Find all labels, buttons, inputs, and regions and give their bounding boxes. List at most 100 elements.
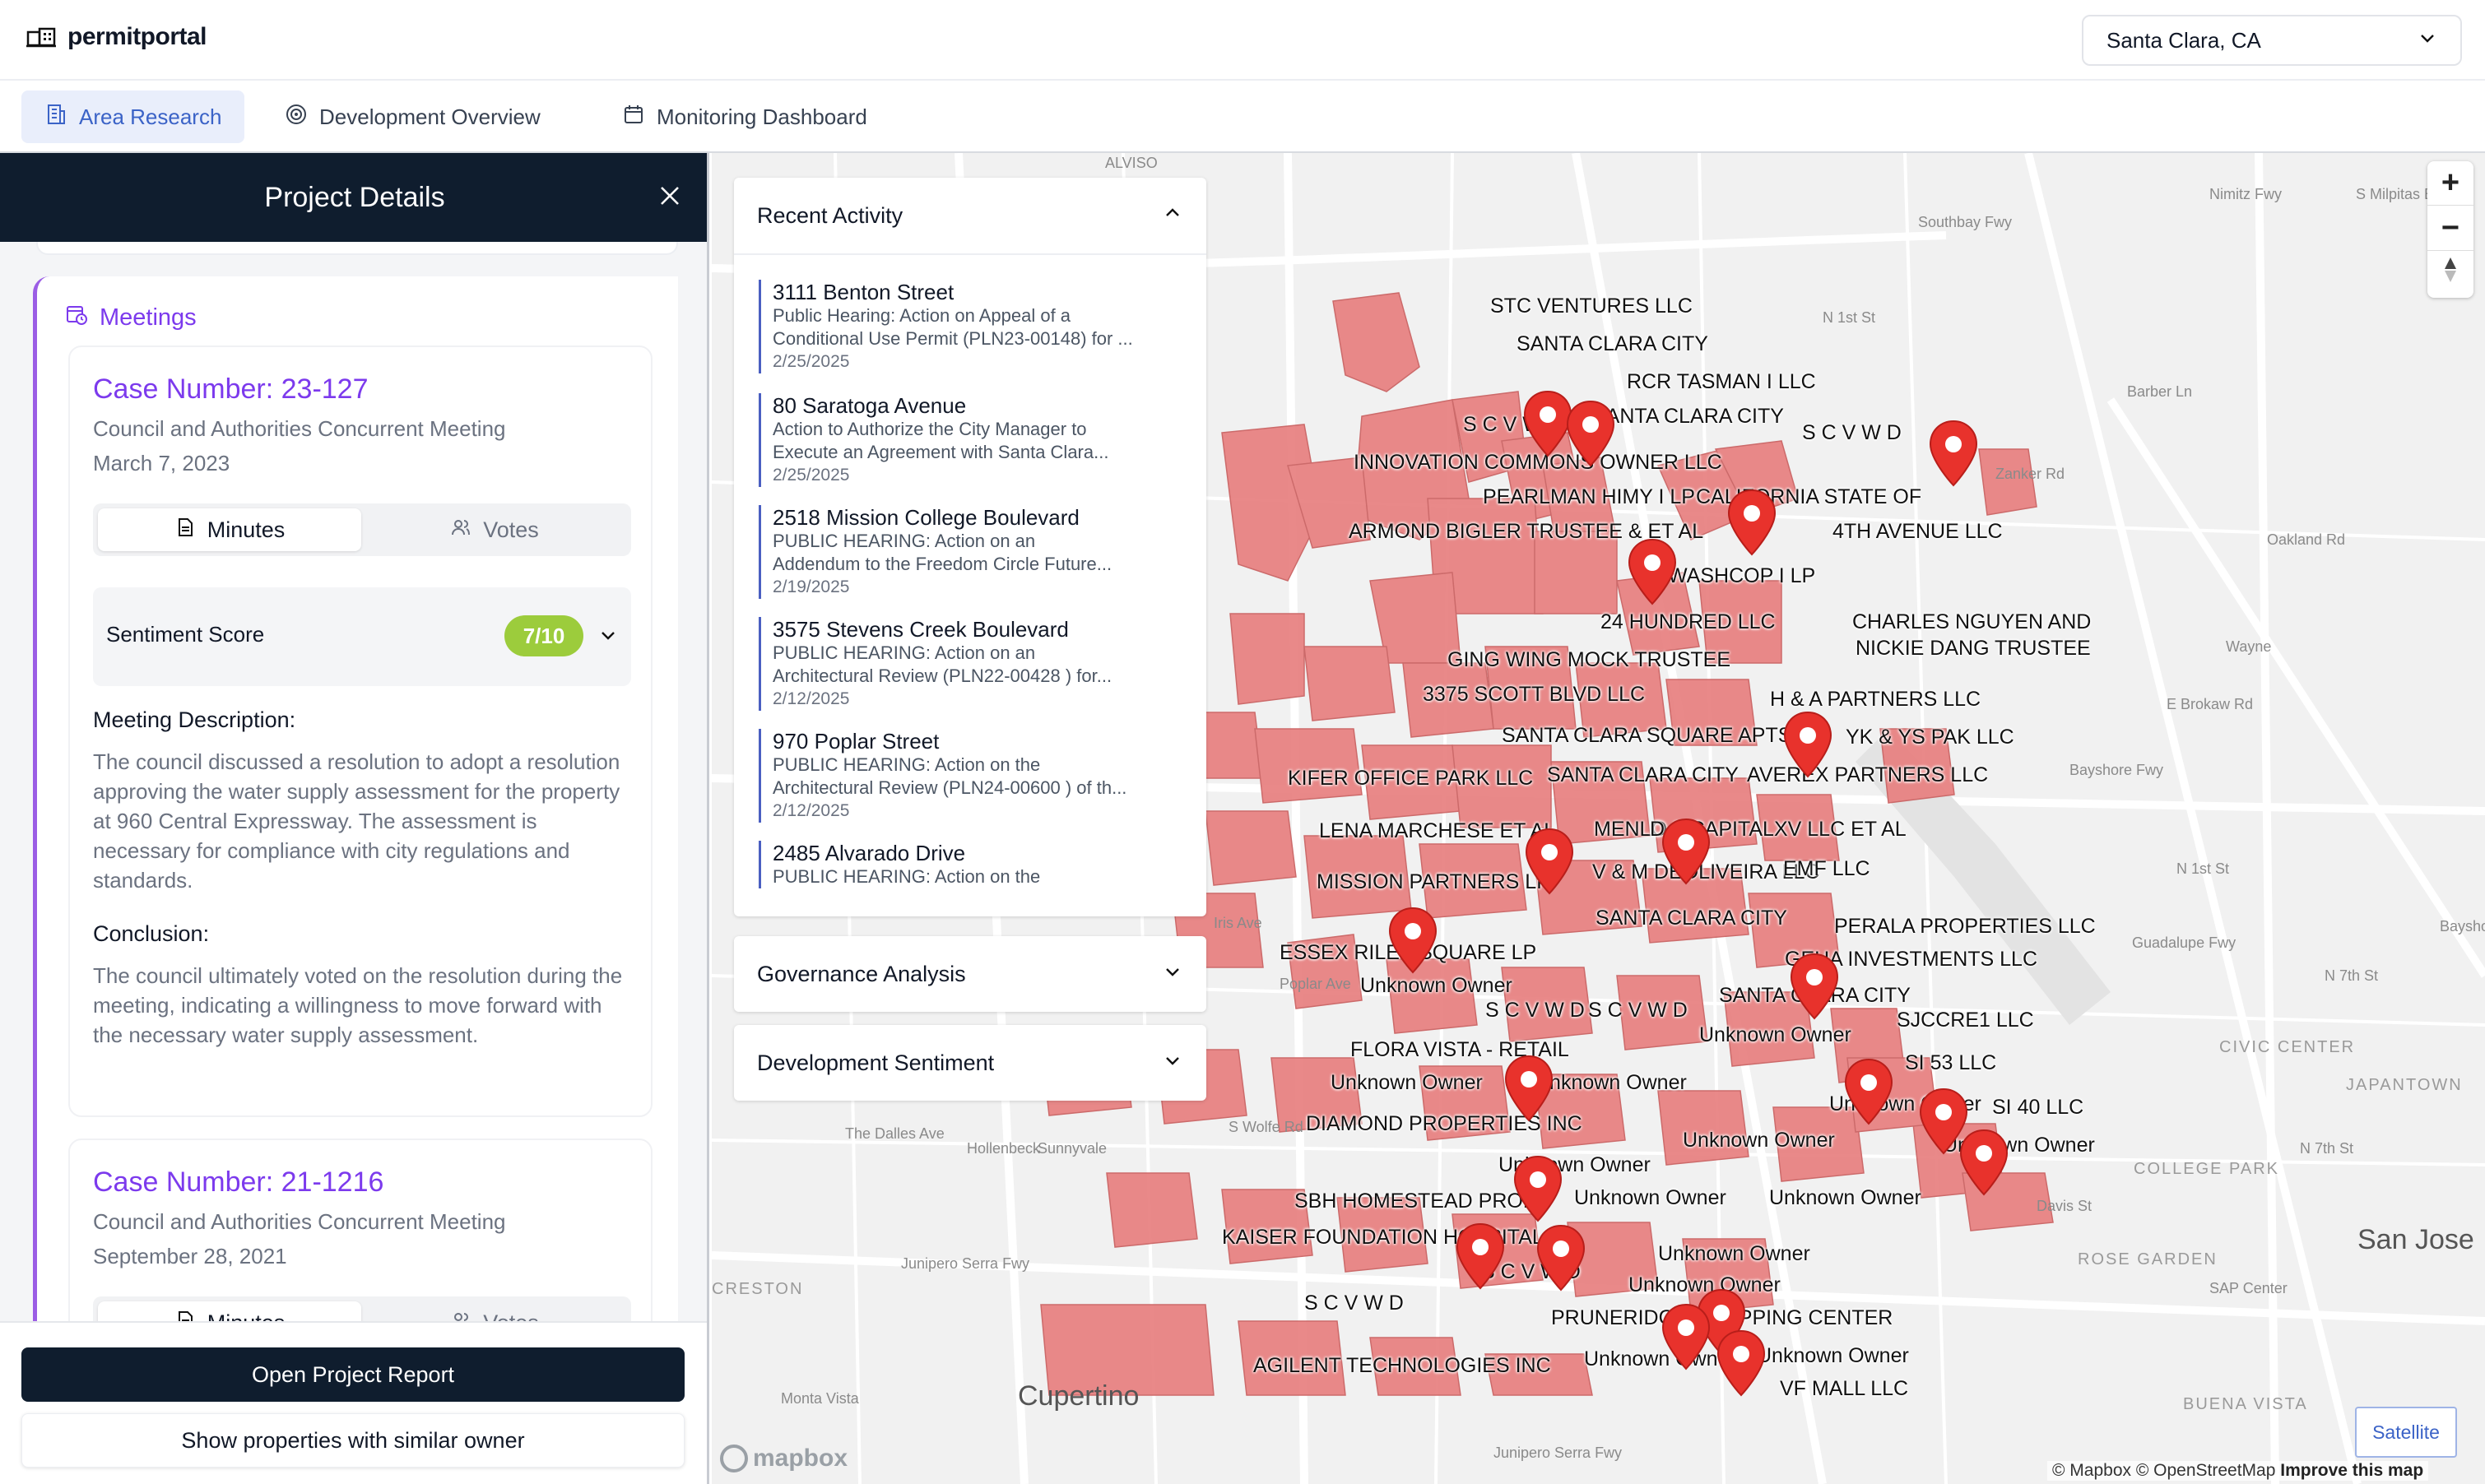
activity-item[interactable]: 3111 Benton Street Public Hearing: Actio… [759, 280, 1178, 373]
chevron-up-icon [1162, 202, 1183, 230]
chevron-down-icon[interactable] [597, 624, 620, 647]
minutes-label: Minutes [207, 517, 286, 542]
previous-card-edge [36, 242, 678, 255]
activity-description: PUBLIC HEARING: Action on an [773, 642, 1036, 663]
tab-area-research[interactable]: Area Research [21, 90, 245, 143]
map-pin[interactable] [1628, 539, 1676, 605]
recent-activity-header[interactable]: Recent Activity [734, 178, 1206, 255]
minutes-votes-toggle: Minutes Votes [93, 503, 631, 556]
tab-development-overview[interactable]: Development Overview [262, 90, 564, 143]
activity-description: Execute an Agreement with Santa Clara... [773, 442, 1109, 462]
description-heading: Meeting Description: [93, 707, 296, 732]
panel-scroll-area[interactable]: Meetings Case Number: 23-127 Council and… [0, 242, 707, 1476]
tab-label: Area Research [79, 104, 222, 129]
map-pin[interactable] [1526, 828, 1573, 894]
activity-date: 2/19/2025 [773, 577, 850, 596]
development-sentiment-title: Development Sentiment [757, 1050, 995, 1075]
governance-analysis-accordion[interactable]: Governance Analysis [734, 936, 1206, 1012]
map-pin[interactable] [1960, 1129, 2008, 1195]
users-icon [450, 517, 471, 544]
map-pin[interactable] [1920, 1088, 1967, 1154]
mapbox-logo[interactable]: mapbox [720, 1445, 848, 1472]
meetings-heading: Meetings [65, 303, 197, 332]
location-dropdown[interactable]: Santa Clara, CA [2082, 15, 2462, 66]
sentiment-label: Sentiment Score [106, 622, 265, 647]
meeting-date: March 7, 2023 [93, 451, 230, 475]
document-icon [174, 517, 196, 544]
improve-map-link[interactable]: Improve this map [2280, 1461, 2423, 1480]
meeting-type: Council and Authorities Concurrent Meeti… [93, 416, 506, 441]
map-pin[interactable] [1567, 401, 1614, 466]
activity-description: PUBLIC HEARING: Action on the [773, 754, 1041, 775]
case-number[interactable]: Case Number: 23-127 [93, 373, 369, 406]
map-pin[interactable] [1662, 819, 1710, 884]
activity-item[interactable]: 970 Poplar Street PUBLIC HEARING: Action… [759, 729, 1178, 823]
panel-header: Project Details [0, 153, 707, 242]
activity-description: Public Hearing: Action on Appeal of a [773, 305, 1071, 326]
activity-description: Conditional Use Permit (PLN23-00148) for… [773, 328, 1133, 349]
activity-description: Architectural Review (PLN22-00428 ) for.… [773, 665, 1112, 686]
target-icon [285, 103, 308, 132]
map-pin[interactable] [1930, 420, 1977, 486]
tab-monitoring-dashboard[interactable]: Monitoring Dashboard [599, 90, 890, 143]
map-pin[interactable] [1456, 1223, 1504, 1289]
chevron-down-icon [2418, 28, 2437, 53]
open-project-report-button[interactable]: Open Project Report [21, 1347, 685, 1402]
activity-item[interactable]: 3575 Stevens Creek Boulevard PUBLIC HEAR… [759, 617, 1178, 711]
map-pin[interactable] [1845, 1059, 1893, 1125]
building-logo-icon [26, 26, 56, 49]
zoom-in-button[interactable]: + [2427, 161, 2473, 206]
activity-item[interactable]: 80 Saratoga Avenue Action to Authorize t… [759, 393, 1178, 487]
meeting-description: The council discussed a resolution to ad… [93, 749, 620, 893]
map-pin[interactable] [1524, 391, 1572, 457]
map-pin[interactable] [1784, 712, 1832, 777]
close-icon[interactable] [653, 179, 686, 212]
activity-item[interactable]: 2485 Alvarado Drive PUBLIC HEARING: Acti… [759, 841, 1178, 888]
nav-bar: Area Research Development Overview Monit… [0, 81, 2485, 153]
map-pin[interactable] [1662, 1304, 1710, 1370]
activity-date: 2/25/2025 [773, 352, 850, 371]
meeting-date: September 28, 2021 [93, 1244, 287, 1268]
map-pin[interactable] [1728, 489, 1776, 555]
conclusion-heading: Conclusion: [93, 921, 210, 946]
map-pin[interactable] [1505, 1055, 1553, 1121]
compass-button[interactable] [2427, 252, 2473, 296]
activity-item[interactable]: 2518 Mission College Boulevard PUBLIC HE… [759, 505, 1178, 599]
activity-title: 970 Poplar Street [773, 729, 940, 754]
tab-label: Monitoring Dashboard [657, 104, 867, 129]
chevron-down-icon [1162, 961, 1183, 988]
meeting-type: Council and Authorities Concurrent Meeti… [93, 1209, 506, 1234]
attribution-text[interactable]: © Mapbox © OpenStreetMap [2052, 1461, 2275, 1480]
activity-date: 2/12/2025 [773, 689, 850, 708]
map-attribution: © Mapbox © OpenStreetMap Improve this ma… [2047, 1461, 2429, 1481]
tab-label: Development Overview [319, 104, 541, 129]
activity-title: 3111 Benton Street [773, 280, 955, 304]
similar-owner-button[interactable]: Show properties with similar owner [21, 1413, 685, 1468]
map-pin[interactable] [1514, 1156, 1562, 1222]
satellite-toggle-button[interactable]: Satellite [2355, 1407, 2457, 1458]
meetings-section: Meetings Case Number: 23-127 Council and… [33, 276, 678, 1476]
votes-tab[interactable]: Votes [363, 508, 626, 551]
votes-label: Votes [483, 517, 539, 542]
app-logo[interactable]: permitportal [26, 23, 207, 51]
map-pin[interactable] [1389, 907, 1437, 973]
activity-description: Architectural Review (PLN24-00600 ) of t… [773, 777, 1127, 798]
minutes-tab[interactable]: Minutes [98, 508, 361, 551]
activity-description: PUBLIC HEARING: Action on an [773, 531, 1036, 551]
map-pin[interactable] [1717, 1330, 1765, 1396]
sentiment-badge: 7/10 [504, 615, 583, 656]
calendar-icon [622, 103, 645, 132]
activity-description: PUBLIC HEARING: Action on the [773, 866, 1041, 887]
location-value: Santa Clara, CA [2106, 27, 2261, 53]
case-number[interactable]: Case Number: 21-1216 [93, 1166, 383, 1199]
activity-title: 2518 Mission College Boulevard [773, 505, 1080, 530]
mapbox-label: mapbox [753, 1445, 848, 1472]
map-pin[interactable] [1537, 1225, 1585, 1291]
governance-analysis-title: Governance Analysis [757, 961, 966, 986]
map-pin[interactable] [1791, 953, 1838, 1019]
recent-activity-panel: Recent Activity 3111 Benton Street Publi… [734, 178, 1206, 916]
sentiment-score-row[interactable]: Sentiment Score 7/10 [93, 587, 631, 686]
zoom-out-button[interactable]: − [2427, 206, 2473, 251]
case-card: Case Number: 23-127 Council and Authorit… [68, 345, 653, 1117]
development-sentiment-accordion[interactable]: Development Sentiment [734, 1025, 1206, 1101]
